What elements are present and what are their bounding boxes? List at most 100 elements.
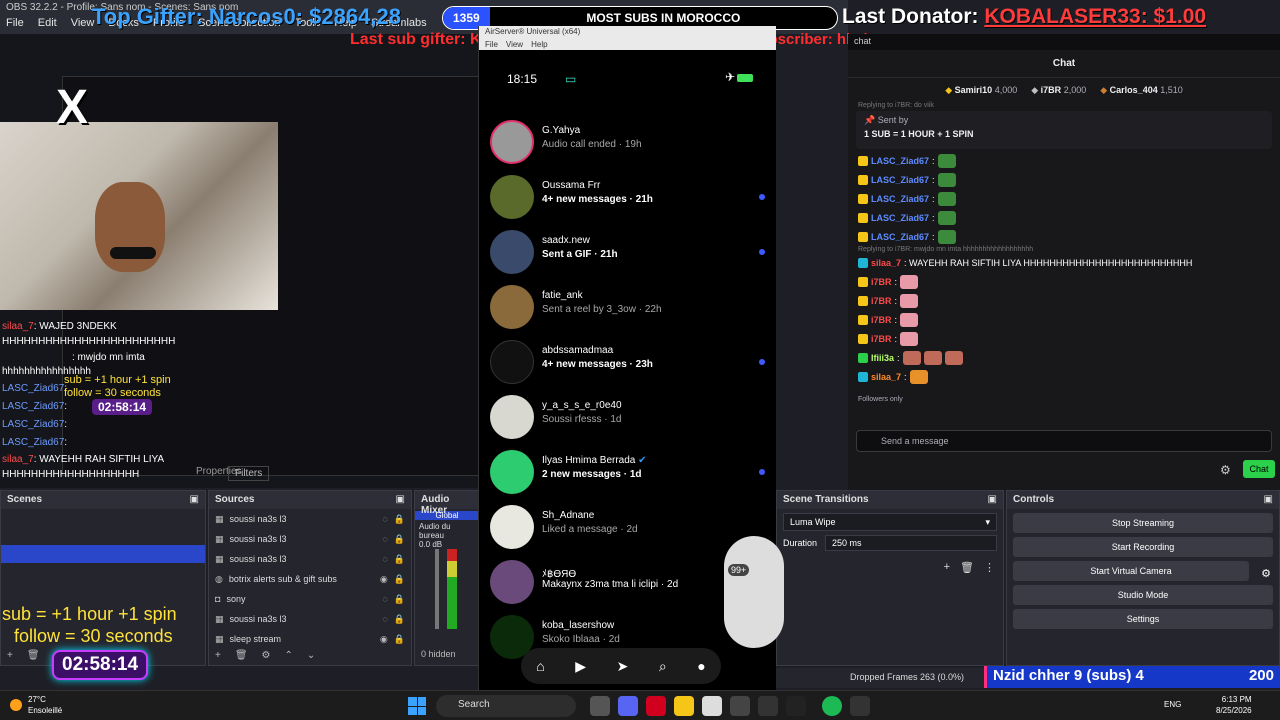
- chat-message[interactable]: i7BR:: [848, 272, 1280, 291]
- undock-icon[interactable]: ▣: [396, 494, 405, 506]
- add-transition-icon[interactable]: +: [944, 561, 950, 574]
- start-virtual-camera-button[interactable]: Start Virtual Camera: [1013, 561, 1249, 581]
- chat-message[interactable]: LASC_Ziad67:: [848, 189, 1280, 208]
- add-scene-icon[interactable]: +: [7, 650, 13, 661]
- chat-message[interactable]: LASC_Ziad67:: [848, 170, 1280, 189]
- add-source-icon[interactable]: +: [215, 650, 221, 661]
- lock-icon[interactable]: 🔒: [394, 554, 405, 565]
- dm-row[interactable]: fatie_ank Sent a reel by 3_3ow · 22h: [479, 281, 777, 335]
- visibility-icon[interactable]: ◉: [380, 574, 388, 585]
- undock-icon[interactable]: ▣: [1264, 494, 1273, 506]
- undock-icon[interactable]: ▣: [190, 494, 199, 506]
- lock-icon[interactable]: 🔒: [394, 594, 405, 605]
- gear-icon[interactable]: ⚙: [1220, 463, 1231, 477]
- transition-select[interactable]: Luma Wipe ▾: [783, 513, 997, 531]
- scene-item[interactable]: [1, 563, 205, 581]
- chat-message[interactable]: Ifiii3a:: [848, 348, 1280, 367]
- chevron-up-icon[interactable]: ⌃: [285, 650, 293, 661]
- duration-input[interactable]: 250 ms: [825, 535, 997, 551]
- source-row[interactable]: ◘ sony ◌ 🔒: [209, 589, 411, 609]
- source-row[interactable]: ▦ soussi na3s l3 ◌ 🔒: [209, 529, 411, 549]
- chat-message[interactable]: i7BR:: [848, 291, 1280, 310]
- floating-chat-bubble[interactable]: 99+: [724, 536, 784, 648]
- visibility-icon[interactable]: ◉: [380, 634, 388, 645]
- dm-row[interactable]: saadx.new Sent a GIF · 21h: [479, 226, 777, 280]
- chat-message[interactable]: silaa_7:: [848, 367, 1280, 386]
- menu-file[interactable]: File: [485, 40, 498, 50]
- visibility-icon[interactable]: ◌: [382, 554, 387, 564]
- stop-streaming-button[interactable]: Stop Streaming: [1013, 513, 1273, 533]
- app-icon[interactable]: [850, 696, 870, 716]
- filters-tab[interactable]: Filters: [228, 466, 270, 481]
- taskbar-clock[interactable]: 6:13 PM 8/25/2026: [1216, 694, 1252, 716]
- chevron-down-icon[interactable]: ⌄: [307, 650, 315, 661]
- spotify-icon[interactable]: [822, 696, 842, 716]
- gear-icon[interactable]: ⚙: [1261, 567, 1271, 580]
- studio-mode-button[interactable]: Studio Mode: [1013, 585, 1273, 605]
- chat-message-input[interactable]: Send a message: [856, 430, 1272, 452]
- direct-icon[interactable]: ➤: [617, 658, 629, 675]
- home-icon[interactable]: ⌂: [536, 658, 544, 674]
- dm-row[interactable]: abdssamadmaa 4+ new messages · 23h: [479, 336, 777, 390]
- taskbar-search[interactable]: Search: [436, 695, 576, 717]
- weather-widget[interactable]: 27°C Ensoleillé: [10, 694, 62, 716]
- chat-message[interactable]: LASC_Ziad67:: [848, 208, 1280, 227]
- pinned-message[interactable]: 📌 Sent by 1 SUB = 1 HOUR + 1 SPIN: [856, 111, 1272, 149]
- menu-view[interactable]: View: [506, 40, 523, 50]
- visibility-icon[interactable]: ◌: [382, 534, 387, 544]
- chat-message[interactable]: LASC_Ziad67:: [848, 151, 1280, 170]
- visibility-icon[interactable]: ◌: [382, 594, 387, 604]
- lock-icon[interactable]: 🔒: [394, 514, 405, 525]
- visibility-icon[interactable]: ◌: [382, 514, 387, 524]
- scene-item[interactable]: [1, 527, 205, 545]
- windows-start-icon[interactable]: [408, 697, 426, 715]
- source-row[interactable]: ▦ sleep stream ◉ 🔒: [209, 629, 411, 649]
- menu-edit[interactable]: Edit: [38, 17, 57, 31]
- volume-slider[interactable]: [435, 549, 439, 629]
- source-row[interactable]: ▦ soussi na3s l3 ◌ 🔒: [209, 609, 411, 629]
- source-row[interactable]: ▦ soussi na3s l3 ◌ 🔒: [209, 509, 411, 529]
- scene-item[interactable]: [1, 581, 205, 599]
- dm-row[interactable]: Oussama Frr 4+ new messages · 21h: [479, 171, 777, 225]
- chat-message[interactable]: LASC_Ziad67:: [848, 227, 1280, 246]
- browser-icon[interactable]: [730, 696, 750, 716]
- scene-item[interactable]: [1, 509, 205, 527]
- menu-file[interactable]: File: [6, 17, 24, 31]
- more-icon[interactable]: ⋮: [984, 561, 995, 574]
- reels-icon[interactable]: ▶: [575, 658, 586, 675]
- leaderboard-entry[interactable]: ◆ i7BR 2,000: [1031, 78, 1086, 102]
- chat-message[interactable]: i7BR:: [848, 310, 1280, 329]
- scene-item-selected[interactable]: [1, 545, 205, 563]
- lock-icon[interactable]: 🔒: [394, 614, 405, 625]
- dm-row[interactable]: Ilyas Hmima Berrada ✔ 2 new messages · 1d: [479, 446, 777, 500]
- discord-icon[interactable]: [618, 696, 638, 716]
- remove-source-icon[interactable]: 🗑: [235, 650, 248, 661]
- app-icon[interactable]: [702, 696, 722, 716]
- opera-icon[interactable]: [646, 696, 666, 716]
- remove-scene-icon[interactable]: 🗑: [27, 650, 40, 661]
- chat-message[interactable]: silaa_7: WAYEHH RAH SIFTIH LIYA HHHHHHHH…: [848, 253, 1280, 272]
- gear-icon[interactable]: ⚙: [262, 650, 271, 661]
- lock-icon[interactable]: 🔒: [394, 534, 405, 545]
- lock-icon[interactable]: 🔒: [394, 634, 405, 645]
- app-icon[interactable]: [786, 696, 806, 716]
- leaderboard-entry[interactable]: ◆ Samiri10 4,000: [945, 78, 1017, 102]
- chat-send-button[interactable]: Chat: [1243, 460, 1275, 478]
- menu-view[interactable]: View: [71, 17, 95, 31]
- undock-icon[interactable]: ▣: [988, 494, 997, 506]
- settings-button[interactable]: Settings: [1013, 609, 1273, 629]
- task-view-icon[interactable]: [590, 696, 610, 716]
- menu-help[interactable]: Help: [531, 40, 547, 50]
- profile-avatar-icon[interactable]: ●: [697, 658, 705, 674]
- obs-icon[interactable]: [758, 696, 778, 716]
- file-explorer-icon[interactable]: [674, 696, 694, 716]
- leaderboard-entry[interactable]: ◆ Carlos_404 1,510: [1100, 78, 1183, 102]
- obs-preview[interactable]: X silaa_7: WAJED 3NDEKK HHHHHHHHHHHHHHHH…: [0, 34, 480, 488]
- dm-row[interactable]: y_a_s_s_e_r0e40 Soussi rfesss · 1d: [479, 391, 777, 445]
- remove-transition-icon[interactable]: 🗑: [960, 561, 974, 574]
- search-icon[interactable]: ⌕: [659, 658, 667, 675]
- source-row[interactable]: ▦ soussi na3s l3 ◌ 🔒: [209, 549, 411, 569]
- visibility-icon[interactable]: ◌: [382, 614, 387, 624]
- chat-message[interactable]: i7BR:: [848, 329, 1280, 348]
- start-recording-button[interactable]: Start Recording: [1013, 537, 1273, 557]
